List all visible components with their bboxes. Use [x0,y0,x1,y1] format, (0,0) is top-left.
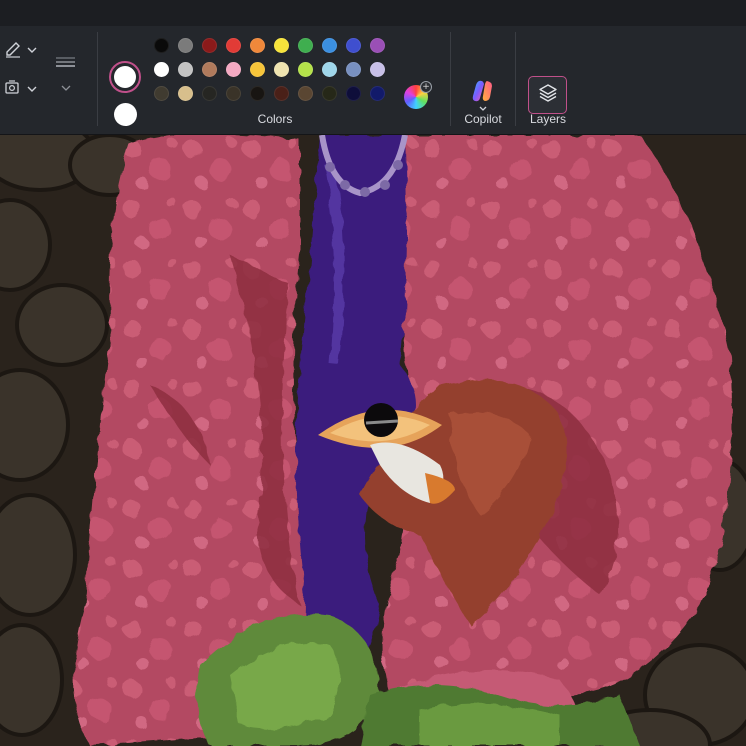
color-swatch[interactable] [370,62,385,77]
layers-button[interactable] [528,76,567,114]
canvas-artwork [0,135,746,746]
color-swatch[interactable] [178,86,193,101]
brush-size-button[interactable] [52,53,80,77]
add-color-icon: + [420,81,432,93]
pencil-icon [4,41,24,64]
color-swatch[interactable] [154,62,169,77]
color-swatch[interactable] [370,38,385,53]
color-swatch[interactable] [298,62,313,77]
color-swatch[interactable] [154,38,169,53]
color-swatch[interactable] [274,62,289,77]
color-swatch[interactable] [226,38,241,53]
secondary-color-button[interactable] [114,103,137,126]
color-swatch[interactable] [202,38,217,53]
layers-icon [537,82,559,109]
pencil-tool-button[interactable] [0,40,28,64]
fill-icon [3,78,25,101]
copilot-group-label: Copilot [464,112,502,126]
chevron-down-icon[interactable] [60,82,72,94]
brush-size-icon [54,53,78,78]
color-swatch[interactable] [298,38,313,53]
color-swatch[interactable] [202,62,217,77]
color-swatch[interactable] [178,62,193,77]
color-swatch[interactable] [346,62,361,77]
fill-tool-button[interactable] [0,77,28,101]
color-swatch[interactable] [226,86,241,101]
paint-app-window: + Colors Copilot Layers [0,0,746,746]
chevron-down-icon[interactable] [26,44,38,56]
color-swatch[interactable] [274,38,289,53]
color-swatch[interactable] [250,38,265,53]
color-swatch[interactable] [322,38,337,53]
color-swatch[interactable] [274,86,289,101]
color-swatch[interactable] [346,86,361,101]
color-swatch[interactable] [322,62,337,77]
color-swatch[interactable] [178,38,193,53]
color-swatch[interactable] [346,38,361,53]
color-swatch[interactable] [370,86,385,101]
ribbon-divider [515,32,516,126]
color-swatch[interactable] [250,62,265,77]
title-bar [0,0,746,26]
ribbon-divider [97,32,98,126]
color-swatch[interactable] [202,86,217,101]
color-swatch[interactable] [298,86,313,101]
colors-group-label: Colors [257,112,293,126]
color-swatch[interactable] [154,86,169,101]
ribbon-divider [450,32,451,126]
ribbon-toolbar: + Colors Copilot Layers [0,26,746,135]
drawing-canvas[interactable] [0,135,746,746]
color-swatch[interactable] [226,62,241,77]
primary-color-swatch [114,66,136,88]
primary-color-button[interactable] [109,61,141,93]
color-swatch[interactable] [322,86,337,101]
chevron-down-icon[interactable] [26,83,38,95]
layers-group-label: Layers [529,112,567,126]
color-swatch[interactable] [250,86,265,101]
